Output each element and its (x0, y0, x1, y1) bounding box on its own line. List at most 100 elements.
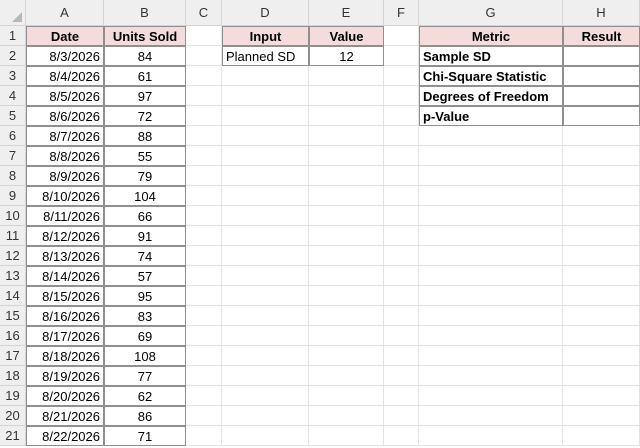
grid-cell[interactable] (384, 306, 419, 326)
grid-cell[interactable] (384, 426, 419, 446)
row-header-5[interactable]: 5 (0, 106, 26, 126)
grid-cell[interactable] (563, 286, 640, 306)
grid-cell[interactable] (563, 166, 640, 186)
grid-cell[interactable] (563, 266, 640, 286)
header-cell[interactable]: Input (222, 26, 309, 46)
grid-cell[interactable] (222, 146, 309, 166)
grid-cell[interactable] (384, 26, 419, 46)
date-cell[interactable]: 8/22/2026 (26, 426, 104, 446)
grid-cell[interactable] (384, 206, 419, 226)
grid-cell[interactable] (186, 406, 222, 426)
units-sold-cell[interactable]: 97 (104, 86, 186, 106)
units-sold-cell[interactable]: 77 (104, 366, 186, 386)
grid-cell[interactable] (384, 286, 419, 306)
metric-result-cell[interactable] (563, 86, 640, 106)
grid-cell[interactable] (384, 346, 419, 366)
row-header-4[interactable]: 4 (0, 86, 26, 106)
row-header-8[interactable]: 8 (0, 166, 26, 186)
date-cell[interactable]: 8/21/2026 (26, 406, 104, 426)
units-sold-cell[interactable]: 79 (104, 166, 186, 186)
row-header-18[interactable]: 18 (0, 366, 26, 386)
grid-cell[interactable] (186, 286, 222, 306)
grid-cell[interactable] (186, 66, 222, 86)
grid-cell[interactable] (222, 226, 309, 246)
grid-cell[interactable] (384, 186, 419, 206)
grid-cell[interactable] (222, 306, 309, 326)
grid-cell[interactable] (384, 326, 419, 346)
grid-cell[interactable] (222, 286, 309, 306)
grid-cell[interactable] (186, 106, 222, 126)
grid-cell[interactable] (563, 426, 640, 446)
grid-cell[interactable] (419, 306, 563, 326)
grid-cell[interactable] (309, 206, 384, 226)
grid-cell[interactable] (419, 166, 563, 186)
grid-cell[interactable] (384, 246, 419, 266)
grid-cell[interactable] (384, 266, 419, 286)
date-cell[interactable]: 8/14/2026 (26, 266, 104, 286)
grid-cell[interactable] (222, 386, 309, 406)
grid-cell[interactable] (309, 126, 384, 146)
grid-cell[interactable] (309, 286, 384, 306)
grid-cell[interactable] (309, 326, 384, 346)
grid-cell[interactable] (309, 406, 384, 426)
row-header-15[interactable]: 15 (0, 306, 26, 326)
row-header-7[interactable]: 7 (0, 146, 26, 166)
date-cell[interactable]: 8/12/2026 (26, 226, 104, 246)
header-cell[interactable]: Metric (419, 26, 563, 46)
grid-cell[interactable] (563, 346, 640, 366)
grid-cell[interactable] (186, 386, 222, 406)
header-cell[interactable]: Date (26, 26, 104, 46)
grid-cell[interactable] (563, 386, 640, 406)
grid-cell[interactable] (563, 406, 640, 426)
grid-cell[interactable] (419, 126, 563, 146)
date-cell[interactable]: 8/5/2026 (26, 86, 104, 106)
units-sold-cell[interactable]: 66 (104, 206, 186, 226)
column-header-d[interactable]: D (222, 0, 309, 26)
units-sold-cell[interactable]: 57 (104, 266, 186, 286)
grid-cell[interactable] (563, 146, 640, 166)
units-sold-cell[interactable]: 83 (104, 306, 186, 326)
grid-cell[interactable] (563, 306, 640, 326)
grid-cell[interactable] (186, 366, 222, 386)
grid-cell[interactable] (186, 46, 222, 66)
grid-cell[interactable] (186, 246, 222, 266)
grid-cell[interactable] (309, 266, 384, 286)
grid-cell[interactable] (419, 266, 563, 286)
row-header-16[interactable]: 16 (0, 326, 26, 346)
metric-result-cell[interactable] (563, 46, 640, 66)
column-header-b[interactable]: B (104, 0, 186, 26)
grid-cell[interactable] (384, 126, 419, 146)
metric-label-cell[interactable]: p-Value (419, 106, 563, 126)
grid-cell[interactable] (563, 226, 640, 246)
grid-cell[interactable] (186, 126, 222, 146)
grid-cell[interactable] (309, 146, 384, 166)
grid-cell[interactable] (384, 406, 419, 426)
grid-cell[interactable] (222, 406, 309, 426)
grid-cell[interactable] (563, 186, 640, 206)
grid-cell[interactable] (186, 326, 222, 346)
row-header-14[interactable]: 14 (0, 286, 26, 306)
grid-cell[interactable] (186, 86, 222, 106)
grid-cell[interactable] (309, 386, 384, 406)
date-cell[interactable]: 8/15/2026 (26, 286, 104, 306)
grid-cell[interactable] (309, 246, 384, 266)
row-header-2[interactable]: 2 (0, 46, 26, 66)
row-header-10[interactable]: 10 (0, 206, 26, 226)
date-cell[interactable]: 8/7/2026 (26, 126, 104, 146)
grid-cell[interactable] (222, 246, 309, 266)
grid-cell[interactable] (222, 326, 309, 346)
grid-cell[interactable] (186, 146, 222, 166)
date-cell[interactable]: 8/8/2026 (26, 146, 104, 166)
grid-cell[interactable] (186, 206, 222, 226)
row-header-3[interactable]: 3 (0, 66, 26, 86)
grid-cell[interactable] (384, 386, 419, 406)
date-cell[interactable]: 8/3/2026 (26, 46, 104, 66)
grid-cell[interactable] (186, 306, 222, 326)
units-sold-cell[interactable]: 69 (104, 326, 186, 346)
units-sold-cell[interactable]: 88 (104, 126, 186, 146)
grid-cell[interactable] (309, 226, 384, 246)
row-header-1[interactable]: 1 (0, 26, 26, 46)
grid-cell[interactable] (419, 346, 563, 366)
units-sold-cell[interactable]: 108 (104, 346, 186, 366)
units-sold-cell[interactable]: 62 (104, 386, 186, 406)
